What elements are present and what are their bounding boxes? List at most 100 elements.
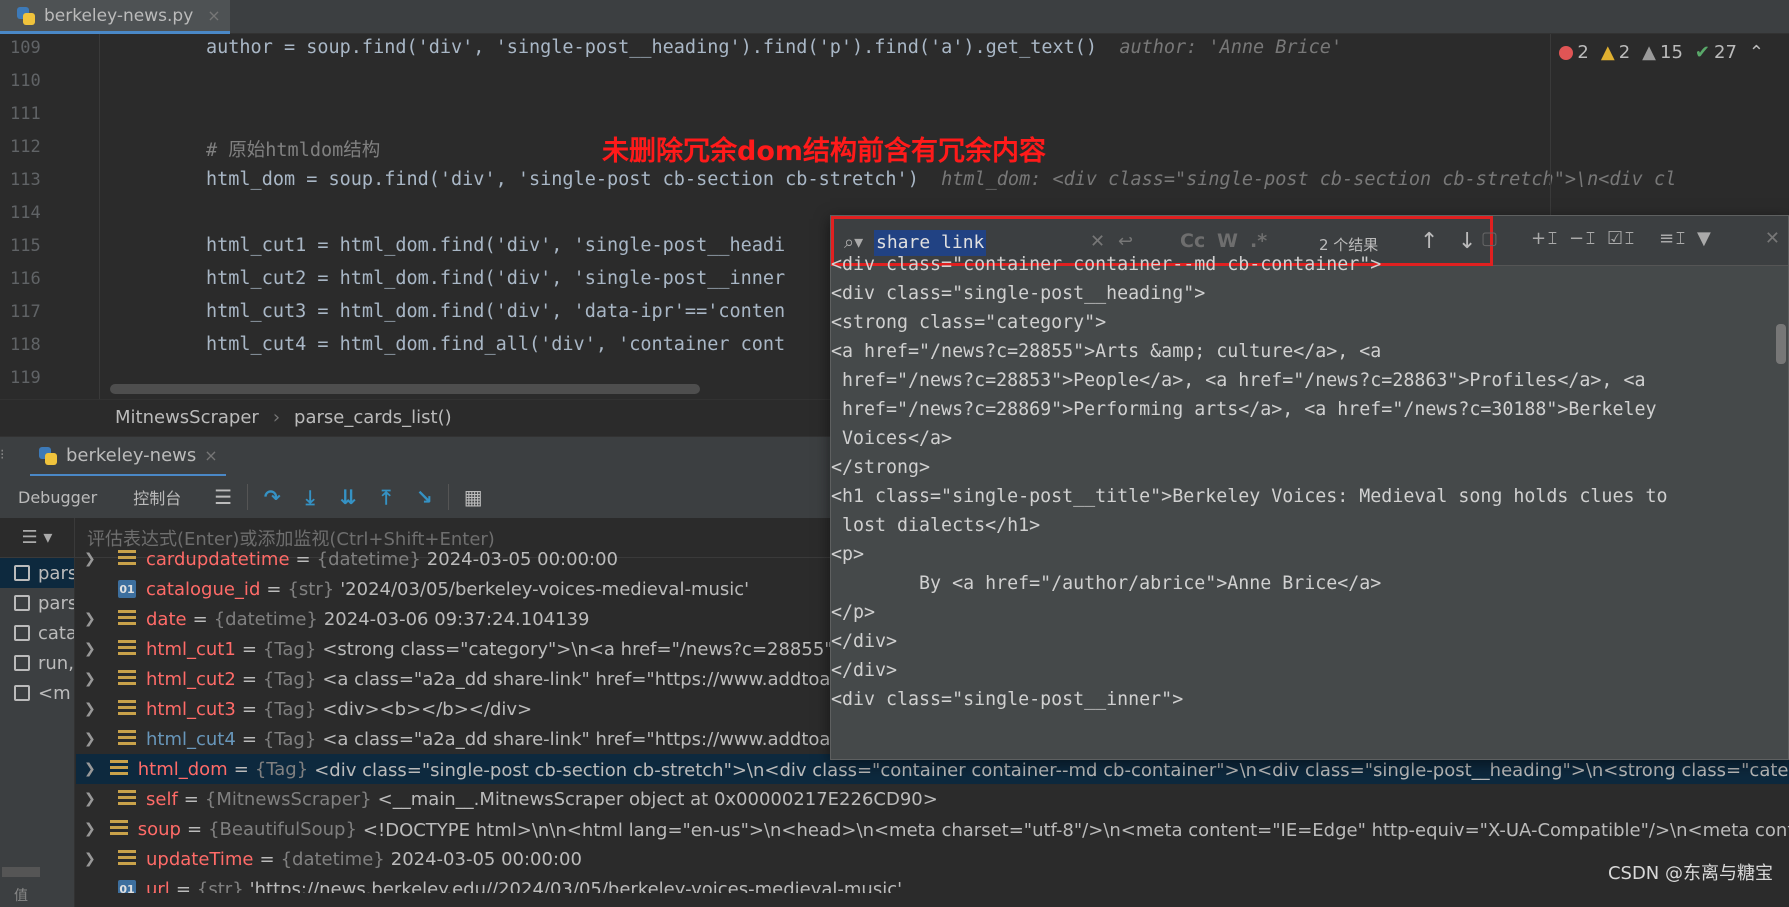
layout-menu-icon[interactable]: ☰ bbox=[209, 483, 237, 511]
line-number: 119 bbox=[10, 368, 41, 388]
error-count[interactable]: 2 bbox=[1559, 42, 1589, 63]
expand-arrow-icon[interactable]: ❯ bbox=[84, 761, 96, 777]
value-line: </p> bbox=[831, 602, 876, 623]
close-icon[interactable]: × bbox=[207, 6, 220, 25]
expand-arrow-icon[interactable]: ❯ bbox=[84, 701, 104, 717]
warning-count-value: 2 bbox=[1618, 42, 1631, 63]
variable-value: 2024-03-05 00:00:00 bbox=[426, 548, 618, 570]
vertical-scrollbar[interactable] bbox=[1774, 266, 1788, 759]
object-icon bbox=[118, 550, 136, 568]
step-into-icon[interactable]: ⤓ bbox=[296, 483, 324, 511]
step-out-icon[interactable]: ⤒ bbox=[372, 483, 400, 511]
select-all-occurrences-icon[interactable]: ☑𝙸 bbox=[1607, 228, 1636, 249]
code-line[interactable]: html_cut4 = html_dom.find_all('div', 'co… bbox=[206, 334, 785, 355]
expand-arrow-icon[interactable]: ❯ bbox=[84, 731, 104, 747]
frame-item[interactable]: cata bbox=[0, 618, 74, 648]
evaluate-table-icon[interactable]: ▦ bbox=[459, 483, 487, 511]
close-icon[interactable]: × bbox=[204, 446, 217, 465]
search-icon[interactable]: ⌕▾ bbox=[844, 232, 863, 253]
step-over-icon[interactable]: ↷ bbox=[258, 483, 286, 511]
line-number-gutter: 109 110 111 112 113 114 115 116 117 118 … bbox=[0, 34, 100, 399]
weak-warning-count[interactable]: ▲ 15 bbox=[1642, 42, 1683, 63]
filter-icon[interactable]: ▼ bbox=[1697, 228, 1711, 249]
frame-item[interactable]: run, bbox=[0, 648, 74, 678]
add-occurrence-icon[interactable]: +𝙸 bbox=[1531, 228, 1559, 249]
variable-type: {datetime} bbox=[213, 608, 318, 630]
frame-item[interactable]: <m bbox=[0, 678, 74, 708]
expand-arrow-icon[interactable]: ❯ bbox=[84, 821, 96, 837]
regex-toggle[interactable]: .* bbox=[1250, 230, 1267, 252]
expand-arrow-icon[interactable]: ❯ bbox=[84, 611, 104, 627]
open-in-window-icon[interactable]: ≡𝙸 bbox=[1659, 228, 1687, 249]
variable-type: {Tag} bbox=[262, 728, 317, 750]
variable-row[interactable]: ❯ self = {MitnewsScraper} <__main__.MitnewsS… bbox=[76, 784, 1789, 814]
variable-row[interactable]: ❯ soup = {BeautifulSoup} <!DOCTYPE html>\n\n… bbox=[76, 814, 1789, 844]
code-line[interactable]: html_dom = soup.find('div', 'single-post… bbox=[206, 169, 1676, 190]
frame-label: pars bbox=[38, 562, 75, 584]
horizontal-scrollbar[interactable] bbox=[110, 384, 700, 394]
expand-arrow-icon[interactable]: ❯ bbox=[84, 641, 104, 657]
line-number: 113 bbox=[10, 170, 41, 190]
frames-footer-label: 值 bbox=[14, 888, 28, 904]
ok-count[interactable]: ✔ 27 bbox=[1695, 42, 1737, 63]
variable-name: cardupdatetime bbox=[146, 548, 290, 570]
variable-type: {str} bbox=[287, 578, 335, 600]
step-into-my-code-icon[interactable]: ⇊ bbox=[334, 483, 362, 511]
hamburger-menu-icon[interactable]: ☰ ▾ bbox=[0, 517, 75, 558]
equals-sign: = bbox=[266, 578, 282, 600]
breadcrumb-method[interactable]: parse_cards_list() bbox=[294, 407, 452, 428]
previous-occurrence-icon[interactable]: ↑ bbox=[1420, 229, 1438, 254]
variable-name: catalogue_id bbox=[146, 578, 261, 600]
tab-console[interactable]: 控制台 bbox=[115, 476, 199, 518]
frame-item[interactable]: pars bbox=[0, 558, 74, 588]
value-line: <strong class="category"> bbox=[831, 312, 1107, 333]
frame-item[interactable]: pars bbox=[0, 588, 74, 618]
expand-arrow-icon[interactable]: ❯ bbox=[84, 791, 104, 807]
file-tab-label: berkeley-news.py bbox=[44, 5, 194, 26]
expand-arrow-icon[interactable]: ❯ bbox=[84, 851, 104, 867]
expand-arrow-icon[interactable]: ❯ bbox=[84, 671, 104, 687]
value-viewer[interactable]: <div class="container container--md cb-c… bbox=[831, 254, 1771, 759]
code-comment[interactable]: # 原始htmldom结构 bbox=[206, 136, 380, 162]
code-line[interactable]: html_cut2 = html_dom.find('div', 'single… bbox=[206, 268, 785, 289]
equals-sign: = bbox=[259, 848, 275, 870]
line-number: 112 bbox=[10, 137, 41, 157]
remove-occurrence-icon[interactable]: −𝙸 bbox=[1569, 228, 1597, 249]
variable-row[interactable]: ❯ updateTime = {datetime} 2024-03-05 00:00:0… bbox=[76, 844, 1789, 874]
close-icon[interactable]: ✕ bbox=[1765, 228, 1780, 249]
error-count-value: 2 bbox=[1577, 42, 1589, 63]
chevron-up-icon[interactable]: ⌃ bbox=[1749, 42, 1764, 63]
file-tab[interactable]: berkeley-news.py × bbox=[0, 0, 230, 34]
warning-count[interactable]: ▲ 2 bbox=[1601, 42, 1630, 63]
code-line[interactable]: author = soup.find('div', 'single-post__… bbox=[206, 37, 1342, 58]
code-line[interactable]: html_cut3 = html_dom.find('div', 'data-i… bbox=[206, 301, 785, 322]
match-case-toggle[interactable]: Cc bbox=[1180, 230, 1205, 252]
code-line[interactable]: html_cut1 = html_dom.find('div', 'single… bbox=[206, 235, 785, 256]
new-line-icon[interactable]: ↩ bbox=[1118, 231, 1133, 252]
value-line: </div> bbox=[831, 660, 898, 681]
scroll-thumb[interactable] bbox=[1776, 324, 1786, 364]
object-icon bbox=[109, 760, 128, 778]
inspection-widget[interactable]: 2 ▲ 2 ▲ 15 ✔ 27 ⌃ bbox=[1559, 42, 1764, 63]
variable-row[interactable]: 01 url = {str} 'https://news.berkeley.edu//2… bbox=[76, 874, 1789, 893]
frame-icon bbox=[14, 565, 30, 581]
line-number: 118 bbox=[10, 335, 41, 355]
expand-arrow-icon[interactable]: ❯ bbox=[84, 551, 104, 567]
editor-tab-bar: berkeley-news.py × bbox=[0, 0, 1789, 34]
frame-icon bbox=[14, 625, 30, 641]
run-config-tab[interactable]: berkeley-news × bbox=[30, 437, 226, 477]
tab-debugger[interactable]: Debugger bbox=[0, 476, 115, 518]
drag-handle-icon[interactable]: ⁝ bbox=[0, 447, 4, 463]
frames-scrollbar[interactable] bbox=[2, 867, 40, 877]
variable-value: <div><b></b></div> bbox=[322, 698, 533, 720]
next-occurrence-icon[interactable]: ↓ bbox=[1458, 229, 1476, 254]
find-input[interactable]: share link bbox=[874, 230, 987, 256]
run-to-cursor-icon[interactable]: ↘ bbox=[410, 483, 438, 511]
whole-words-toggle[interactable]: W bbox=[1217, 230, 1238, 252]
clear-icon[interactable]: ✕ bbox=[1090, 231, 1105, 252]
filter-search-results-icon[interactable]: ▢ bbox=[1481, 228, 1498, 249]
breadcrumb-class[interactable]: MitnewsScraper bbox=[115, 407, 259, 428]
value-line: <div class="container container--md cb-c… bbox=[831, 254, 1382, 275]
variable-name: html_cut3 bbox=[146, 698, 236, 720]
value-line: <div class="single-post__inner"> bbox=[831, 689, 1184, 710]
